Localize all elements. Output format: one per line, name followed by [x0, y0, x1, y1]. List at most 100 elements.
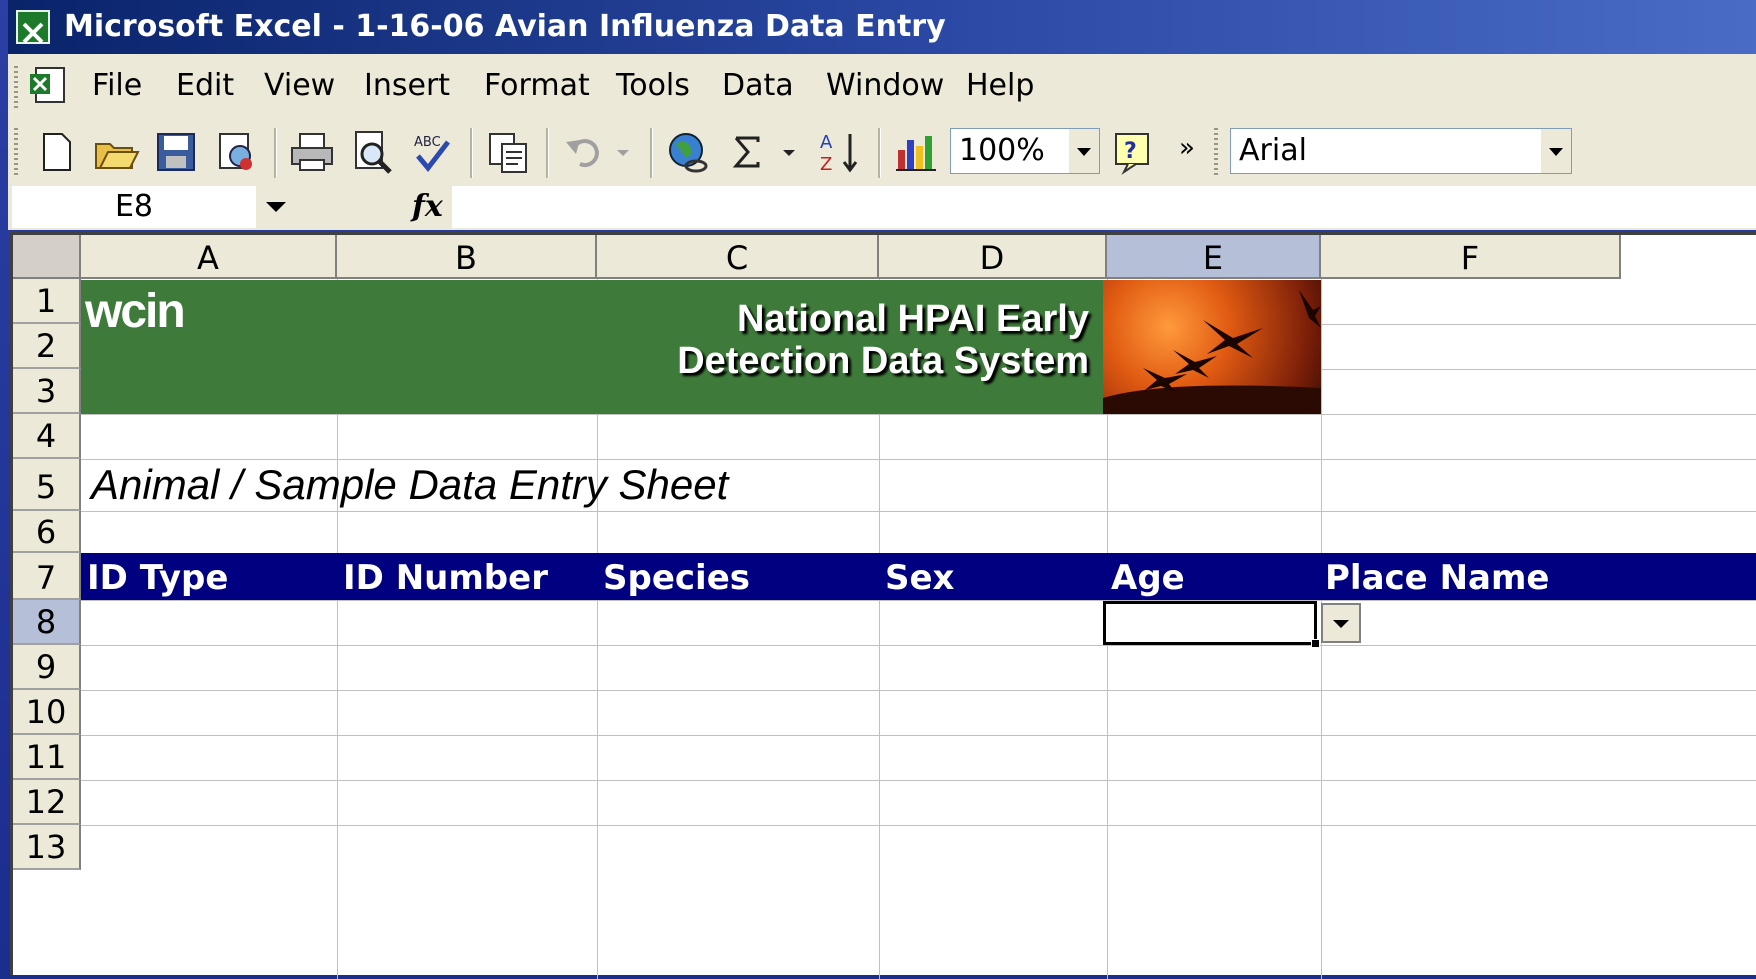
- undo-dropdown-icon[interactable]: [612, 128, 636, 176]
- menu-data[interactable]: Data: [722, 66, 794, 106]
- header-species[interactable]: Species: [597, 553, 750, 600]
- header-id-type[interactable]: ID Type: [81, 553, 228, 600]
- toolbar-separator: [470, 128, 473, 178]
- toolbar-separator: [546, 128, 549, 178]
- autosum-dropdown-icon[interactable]: [778, 128, 802, 176]
- toolbar-options-icon[interactable]: »: [1172, 128, 1202, 176]
- row-header-10[interactable]: 10: [13, 690, 81, 735]
- permission-icon[interactable]: [212, 128, 260, 176]
- column-header-a[interactable]: A: [81, 235, 337, 279]
- title-bar: Microsoft Excel - 1-16-06 Avian Influenz…: [8, 0, 1756, 54]
- column-header-f[interactable]: F: [1321, 235, 1621, 279]
- toolbar-separator: [650, 128, 653, 178]
- svg-text:?: ?: [1124, 139, 1137, 164]
- menu-file[interactable]: File: [92, 66, 142, 106]
- toolbar-separator: [878, 128, 881, 178]
- active-cell-e8[interactable]: [1103, 601, 1320, 648]
- select-all-corner[interactable]: [13, 235, 81, 279]
- workbook-icon[interactable]: [28, 64, 68, 106]
- row-header-4[interactable]: 4: [13, 414, 81, 459]
- print-preview-icon[interactable]: [348, 128, 396, 176]
- banner-title-line2: Detection Data System: [677, 340, 1089, 382]
- menu-help[interactable]: Help: [966, 66, 1034, 106]
- sort-ascending-icon[interactable]: AZ: [814, 128, 862, 176]
- excel-icon: [16, 10, 50, 44]
- autosum-icon[interactable]: [724, 128, 772, 176]
- banner-title-line1: National HPAI Early: [737, 298, 1089, 340]
- row-header-13[interactable]: 13: [13, 825, 81, 870]
- svg-text:Z: Z: [820, 154, 832, 175]
- menu-bar: File Edit View Insert Format Tools Data …: [8, 54, 1756, 121]
- excel-window: Microsoft Excel - 1-16-06 Avian Influenz…: [0, 0, 1756, 979]
- formula-bar: E8 fx: [8, 184, 1756, 230]
- spelling-icon[interactable]: ABC: [408, 128, 456, 176]
- name-box[interactable]: E8: [12, 186, 256, 228]
- font-name-box[interactable]: Arial: [1230, 128, 1572, 174]
- help-icon[interactable]: ?: [1110, 128, 1158, 176]
- column-header-d[interactable]: D: [879, 235, 1107, 279]
- worksheet-grid[interactable]: A B C D E F 1 2 3 4 5 6 7 8 9 10 11 12 1…: [10, 232, 1756, 979]
- print-icon[interactable]: [288, 128, 336, 176]
- fill-handle[interactable]: [1311, 639, 1320, 648]
- row-header-8[interactable]: 8: [13, 600, 81, 645]
- gridline: [81, 600, 1756, 601]
- row-header-1[interactable]: 1: [13, 279, 81, 324]
- gridline: [81, 735, 1756, 736]
- row-header-11[interactable]: 11: [13, 735, 81, 780]
- menu-grip[interactable]: [14, 66, 18, 108]
- svg-text:ABC: ABC: [414, 135, 441, 150]
- window-title: Microsoft Excel - 1-16-06 Avian Influenz…: [64, 9, 946, 44]
- column-header-b[interactable]: B: [337, 235, 597, 279]
- zoom-dropdown-icon[interactable]: [1069, 129, 1099, 173]
- column-header-e[interactable]: E: [1107, 235, 1321, 279]
- formula-input[interactable]: [452, 186, 1756, 228]
- svg-text:A: A: [820, 132, 833, 153]
- header-banner: wcin National HPAI Early Detection Data …: [81, 280, 1103, 414]
- paste-icon[interactable]: [484, 128, 532, 176]
- gridline: [81, 690, 1756, 691]
- chart-wizard-icon[interactable]: [892, 128, 940, 176]
- row-header-3[interactable]: 3: [13, 369, 81, 414]
- header-id-number[interactable]: ID Number: [337, 553, 548, 600]
- banner-title: National HPAI Early Detection Data Syste…: [677, 298, 1089, 382]
- row-header-9[interactable]: 9: [13, 645, 81, 690]
- column-header-c[interactable]: C: [597, 235, 879, 279]
- menu-edit[interactable]: Edit: [176, 66, 234, 106]
- row-header-6[interactable]: 6: [13, 511, 81, 553]
- hyperlink-icon[interactable]: [664, 128, 712, 176]
- insert-function-icon[interactable]: fx: [412, 186, 443, 228]
- cell-validation-dropdown-icon[interactable]: [1321, 603, 1361, 643]
- toolbar-separator: [274, 128, 277, 178]
- font-name-value: Arial: [1239, 133, 1307, 168]
- menu-window[interactable]: Window: [826, 66, 944, 106]
- new-icon[interactable]: [32, 128, 80, 176]
- row-header-2[interactable]: 2: [13, 324, 81, 369]
- gridline: [81, 780, 1756, 781]
- row-header-7[interactable]: 7: [13, 553, 81, 600]
- sheet-title: Animal / Sample Data Entry Sheet: [91, 461, 729, 508]
- gridline: [81, 459, 1756, 460]
- toolbar-grip[interactable]: [14, 128, 18, 176]
- gridline: [81, 511, 1756, 512]
- sunset-geese-image: [1103, 280, 1321, 414]
- zoom-box[interactable]: 100%: [950, 128, 1100, 174]
- header-place-name[interactable]: Place Name: [1319, 553, 1549, 600]
- undo-icon[interactable]: [560, 128, 608, 176]
- row-header-12[interactable]: 12: [13, 780, 81, 825]
- save-icon[interactable]: [152, 128, 200, 176]
- wcin-logo: wcin: [85, 285, 186, 338]
- gridline: [81, 645, 1756, 646]
- gridline: [81, 825, 1756, 826]
- header-age[interactable]: Age: [1105, 553, 1185, 600]
- menu-insert[interactable]: Insert: [364, 66, 450, 106]
- toolbar-grip[interactable]: [1214, 128, 1218, 176]
- menu-tools[interactable]: Tools: [616, 66, 690, 106]
- header-sex[interactable]: Sex: [879, 553, 954, 600]
- open-icon[interactable]: [92, 128, 140, 176]
- row-header-5[interactable]: 5: [13, 459, 81, 511]
- zoom-value: 100%: [959, 133, 1045, 168]
- name-box-dropdown-icon[interactable]: [266, 202, 286, 212]
- font-dropdown-icon[interactable]: [1541, 129, 1571, 173]
- menu-view[interactable]: View: [264, 66, 335, 106]
- menu-format[interactable]: Format: [484, 66, 590, 106]
